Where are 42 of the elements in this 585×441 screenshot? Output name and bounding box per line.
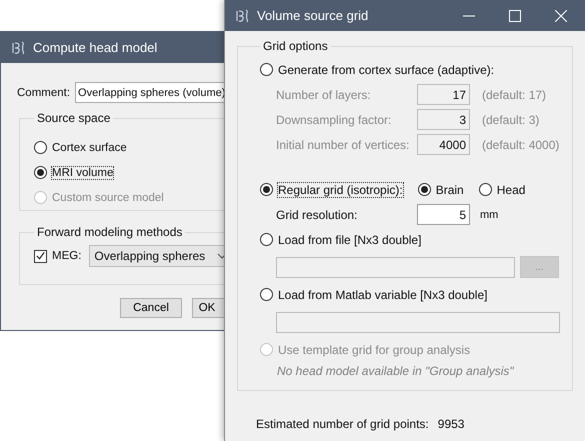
logo-icon <box>235 8 251 22</box>
radio-button[interactable] <box>260 183 273 196</box>
estimate-value: 9953 <box>438 417 464 431</box>
radio-button[interactable] <box>418 183 431 196</box>
param-label: Downsampling factor: <box>276 112 392 126</box>
group-title: Forward modeling methods <box>36 225 184 239</box>
radio-label[interactable]: Load from Matlab variable [Nx3 double] <box>278 288 488 302</box>
radio-button[interactable] <box>260 288 273 301</box>
default-text: (default: 4000) <box>482 138 560 152</box>
unit-label: mm <box>480 208 498 220</box>
default-text: (default: 3) <box>482 112 540 126</box>
radio-button[interactable] <box>34 141 47 154</box>
dialog-button[interactable]: Cancel <box>120 298 182 318</box>
window-title: Volume source grid <box>257 8 368 23</box>
radio-button[interactable] <box>478 183 492 196</box>
group-title: Source space <box>36 111 112 125</box>
radio-label[interactable]: Brain <box>436 182 464 196</box>
radio-label[interactable]: MRI volume <box>52 166 114 178</box>
comment-label: Comment: <box>17 86 70 98</box>
radio-button[interactable] <box>260 63 273 76</box>
checkbox-label[interactable]: MEG: <box>52 250 82 262</box>
note-text: No head model available in "Group analysis" <box>276 363 515 378</box>
radio-label[interactable]: Regular grid (isotropic): <box>278 182 403 196</box>
close-icon[interactable] <box>555 10 567 22</box>
radio-label[interactable]: Load from file [Nx3 double] <box>278 232 422 246</box>
group-title: Grid options <box>262 39 329 53</box>
window-title: Compute head model <box>33 40 158 55</box>
param-label: Number of layers: <box>276 88 372 102</box>
param-label: Grid resolution: <box>276 208 358 222</box>
dialog-button[interactable]: OK <box>192 298 226 318</box>
radio-button[interactable] <box>260 233 273 246</box>
radio-label[interactable]: Cortex surface <box>52 142 127 154</box>
radio-button[interactable] <box>34 166 47 179</box>
resolution-field[interactable]: 5 <box>417 204 470 225</box>
default-text: (default: 17) <box>482 88 546 102</box>
param-label: Initial number of vertices: <box>276 138 410 152</box>
maximize-icon[interactable] <box>509 10 521 22</box>
estimate-label: Estimated number of grid points: <box>256 417 429 431</box>
checkbox[interactable] <box>34 250 47 262</box>
radio-label[interactable]: Generate from cortex surface (adaptive): <box>278 62 494 76</box>
radio-label[interactable]: Head <box>496 182 526 196</box>
logo-icon <box>11 40 27 54</box>
